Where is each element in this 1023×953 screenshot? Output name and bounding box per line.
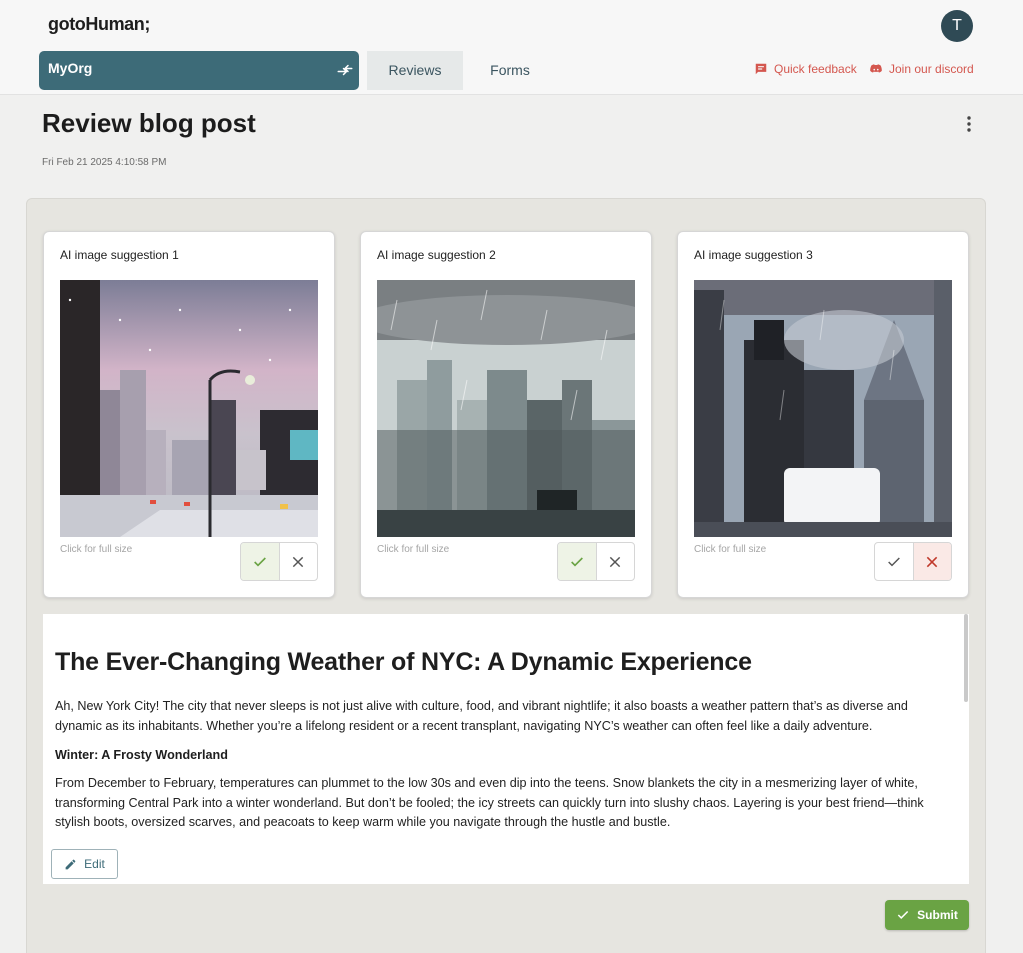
quick-feedback-label: Quick feedback — [774, 62, 857, 76]
join-discord-link[interactable]: Join our discord — [869, 62, 974, 76]
swap-arrows-icon[interactable] — [336, 61, 354, 79]
image-storm-billboard — [694, 280, 952, 537]
feedback-icon — [755, 63, 767, 75]
edit-button[interactable]: Edit — [51, 849, 118, 879]
approval-toggle — [240, 542, 318, 581]
reject-button[interactable] — [595, 543, 634, 580]
edit-label: Edit — [84, 857, 105, 871]
full-size-hint: Click for full size — [377, 544, 450, 555]
app-logo[interactable]: gotoHuman; — [48, 14, 150, 35]
check-icon — [571, 556, 583, 566]
org-selector[interactable]: MyOrg — [39, 51, 386, 90]
close-icon — [293, 556, 304, 567]
blog-post-content[interactable]: The Ever-Changing Weather of NYC: A Dyna… — [43, 614, 969, 840]
top-bar: gotoHuman; T MyOrg Reviews Forms Quick f… — [0, 0, 1023, 95]
more-vertical-icon[interactable] — [962, 115, 976, 133]
approval-toggle — [874, 542, 952, 581]
suggestion-image-3[interactable] — [694, 280, 952, 537]
image-winter-street — [60, 280, 318, 537]
post-title: The Ever-Changing Weather of NYC: A Dyna… — [55, 648, 752, 676]
approve-button[interactable] — [558, 543, 596, 580]
post-section-heading: Winter: A Frosty Wonderland — [55, 748, 228, 762]
page-title: Review blog post — [42, 108, 256, 138]
page-timestamp: Fri Feb 21 2025 4:10:58 PM — [42, 157, 167, 168]
close-icon — [610, 556, 621, 567]
org-name: MyOrg — [48, 60, 93, 76]
image-suggestion-card-3: AI image suggestion 3 Click for full siz… — [677, 231, 969, 598]
tab-reviews[interactable]: Reviews — [367, 51, 463, 90]
submit-button[interactable]: Submit — [885, 900, 969, 930]
card-title: AI image suggestion 3 — [694, 248, 813, 262]
card-title: AI image suggestion 2 — [377, 248, 496, 262]
suggestion-image-1[interactable] — [60, 280, 318, 537]
check-icon — [897, 910, 909, 919]
discord-icon — [870, 64, 882, 73]
full-size-hint: Click for full size — [694, 544, 767, 555]
post-intro: Ah, New York City! The city that never s… — [55, 699, 908, 733]
approve-button[interactable] — [875, 543, 913, 580]
user-avatar[interactable]: T — [941, 10, 973, 42]
pencil-icon — [65, 859, 76, 869]
card-title: AI image suggestion 1 — [60, 248, 179, 262]
full-size-hint: Click for full size — [60, 544, 133, 555]
tab-forms[interactable]: Forms — [470, 51, 550, 90]
check-icon — [254, 556, 266, 566]
reject-button[interactable] — [278, 543, 317, 580]
reject-button[interactable] — [912, 543, 951, 580]
approve-button[interactable] — [241, 543, 279, 580]
image-suggestion-card-1: AI image suggestion 1 Click for full siz… — [43, 231, 335, 598]
quick-feedback-link[interactable]: Quick feedback — [754, 62, 857, 76]
close-icon — [927, 556, 938, 567]
join-discord-label: Join our discord — [889, 62, 974, 76]
submit-label: Submit — [917, 908, 958, 922]
image-rainy-skyline — [377, 280, 635, 537]
approval-toggle — [557, 542, 635, 581]
blog-post-editor: The Ever-Changing Weather of NYC: A Dyna… — [43, 614, 969, 884]
editor-scrollbar[interactable] — [964, 614, 968, 702]
check-icon — [888, 556, 900, 566]
post-section-text: From December to February, temperatures … — [55, 776, 924, 829]
image-suggestion-card-2: AI image suggestion 2 Click for full siz… — [360, 231, 652, 598]
suggestion-image-2[interactable] — [377, 280, 635, 537]
